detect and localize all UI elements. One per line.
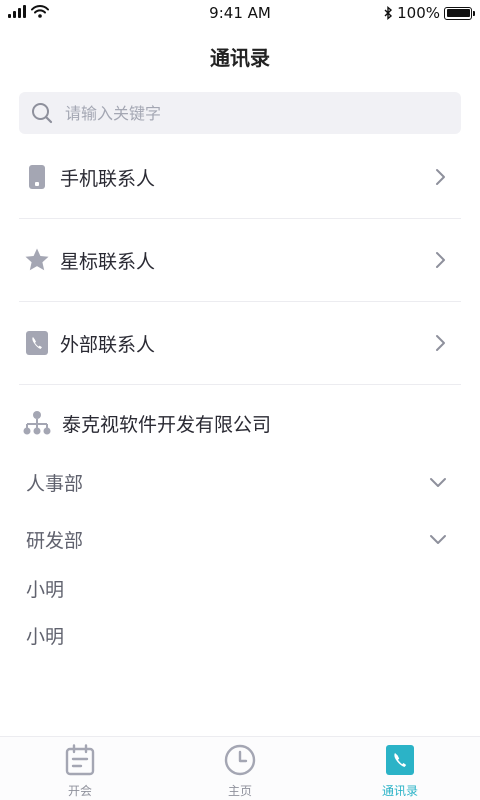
contact-group-label: 外部联系人: [60, 333, 156, 356]
battery-percent: 100%: [397, 4, 440, 22]
member-item[interactable]: 小明: [26, 615, 64, 655]
contact-group-label: 手机联系人: [60, 167, 156, 190]
bluetooth-icon: [384, 6, 393, 20]
tab-home[interactable]: 主页: [160, 737, 320, 800]
status-right: 100%: [384, 4, 475, 22]
page-title: 通讯录: [210, 46, 270, 70]
contact-group-label: 星标联系人: [60, 250, 156, 273]
battery-icon: [444, 6, 475, 20]
tab-label: 通讯录: [381, 784, 418, 798]
contacts-icon: [384, 744, 416, 776]
department-label: 人事部: [26, 472, 84, 495]
search-bar[interactable]: [19, 92, 461, 134]
org-chart-icon: [22, 410, 52, 436]
tab-bar: 开会 主页 通讯录: [0, 736, 480, 800]
company-name: 泰克视软件开发有限公司: [62, 413, 272, 436]
chevron-right-icon: [436, 252, 445, 268]
tab-meeting[interactable]: 开会: [0, 737, 160, 800]
contact-group-starred[interactable]: 星标联系人: [19, 219, 461, 302]
chevron-right-icon: [436, 335, 445, 351]
contact-group-phone[interactable]: 手机联系人: [19, 136, 461, 219]
chevron-down-icon: [430, 535, 446, 544]
contact-group-external[interactable]: 外部联系人: [19, 302, 461, 385]
department-label: 研发部: [26, 529, 84, 552]
chevron-right-icon: [436, 169, 445, 185]
star-icon: [24, 247, 50, 273]
department-row-rd[interactable]: 研发部: [19, 516, 461, 562]
clock-icon: [224, 744, 256, 776]
phone-icon: [24, 164, 50, 190]
member-item[interactable]: 小明: [26, 568, 64, 608]
calendar-icon: [64, 744, 96, 776]
company-row[interactable]: 泰克视软件开发有限公司: [19, 400, 461, 446]
department-row-hr[interactable]: 人事部: [19, 459, 461, 505]
tab-label: 开会: [67, 784, 92, 798]
search-input[interactable]: [65, 103, 425, 123]
contact-book-icon: [24, 330, 50, 356]
tab-contacts[interactable]: 通讯录: [320, 737, 480, 800]
search-icon: [32, 103, 53, 124]
status-bar: 9:41 AM 100%: [0, 0, 480, 28]
tab-label: 主页: [227, 784, 252, 798]
chevron-down-icon: [430, 478, 446, 487]
